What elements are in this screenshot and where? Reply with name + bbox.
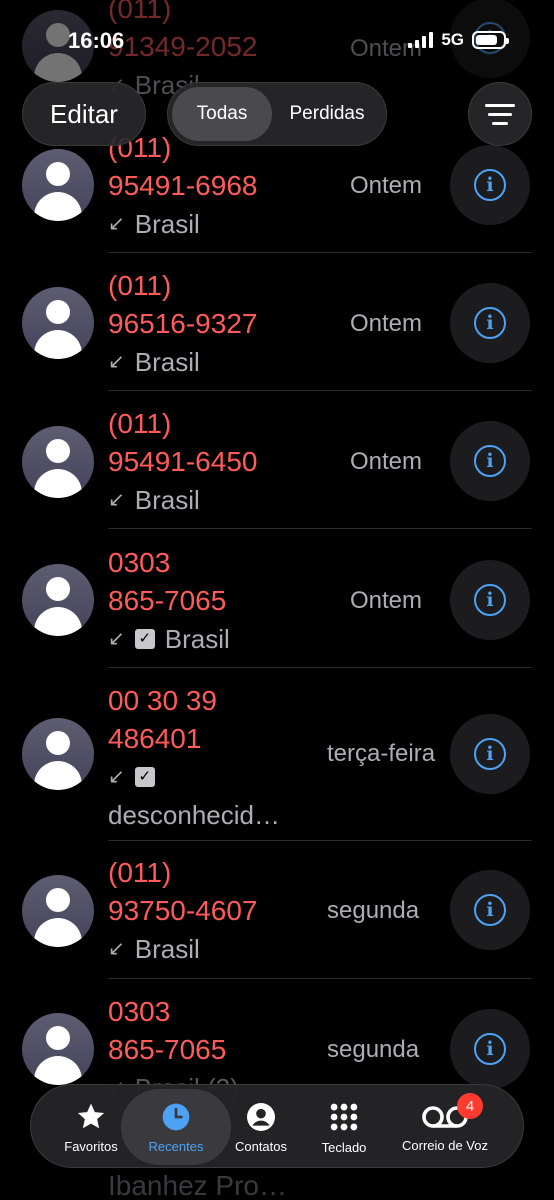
call-number-line1: (011) bbox=[108, 408, 172, 439]
info-button[interactable]: i bbox=[450, 145, 530, 225]
call-number-line2: 95491-6968 bbox=[108, 170, 258, 201]
battery-icon bbox=[472, 31, 509, 49]
segment-perdidas[interactable]: Perdidas bbox=[272, 87, 382, 141]
call-subtitle: ↙ ✓ Brasil bbox=[108, 620, 230, 658]
network-type: 5G bbox=[441, 30, 464, 49]
segment-todas[interactable]: Todas bbox=[172, 87, 272, 141]
tab-contatos[interactable]: Contatos bbox=[221, 1089, 301, 1165]
tab-bar: Favoritos Recentes Contatos Teclado Corr… bbox=[30, 1084, 524, 1168]
incoming-arrow-icon: ↙ bbox=[108, 351, 125, 373]
filter-button[interactable] bbox=[468, 82, 532, 146]
call-number-line2: 93750-4607 bbox=[108, 895, 258, 926]
row-separator bbox=[108, 978, 532, 979]
call-number-line1: 0303 bbox=[108, 996, 171, 1027]
tab-correio-de-voz[interactable]: Correio de Voz 4 bbox=[385, 1089, 505, 1165]
avatar bbox=[22, 149, 94, 221]
row-separator bbox=[108, 840, 532, 841]
tab-label: Contatos bbox=[234, 1138, 288, 1154]
tab-label: Recentes bbox=[148, 1138, 204, 1154]
row-separator bbox=[108, 390, 532, 391]
avatar bbox=[22, 426, 94, 498]
verified-check-icon: ✓ bbox=[134, 767, 155, 787]
tab-label: Teclado bbox=[321, 1139, 367, 1155]
info-icon: i bbox=[474, 894, 506, 926]
info-button[interactable]: i bbox=[450, 283, 530, 363]
tab-label: Correio de Voz bbox=[402, 1137, 488, 1153]
tab-label: Favoritos bbox=[64, 1138, 118, 1154]
star-icon bbox=[77, 1103, 105, 1128]
call-date: Ontem bbox=[350, 448, 423, 475]
info-button[interactable]: i bbox=[450, 421, 530, 501]
clock-icon bbox=[162, 1103, 190, 1130]
call-date: segunda bbox=[327, 1036, 420, 1063]
status-time: 16:06 bbox=[68, 28, 125, 53]
row-separator bbox=[108, 528, 532, 529]
call-subtitle: desconhecid… bbox=[108, 800, 280, 830]
call-number-line2: 486401 bbox=[108, 723, 202, 754]
incoming-arrow-icon: ↙ bbox=[108, 938, 125, 960]
avatar bbox=[22, 875, 94, 947]
keypad-icon bbox=[330, 1103, 358, 1130]
status-bar: 16:06 5G bbox=[0, 0, 554, 70]
call-date: Ontem bbox=[350, 172, 423, 199]
avatar bbox=[22, 718, 94, 790]
call-number-line2: 865-7065 bbox=[108, 585, 227, 616]
call-date: segunda bbox=[327, 897, 420, 924]
call-number-line1: 0303 bbox=[108, 547, 171, 578]
info-button[interactable]: i bbox=[450, 870, 530, 950]
info-button[interactable]: i bbox=[450, 714, 530, 794]
call-number-line2: 95491-6450 bbox=[108, 446, 258, 477]
status-indicators: 5G bbox=[408, 30, 509, 50]
call-number-line2: 865-7065 bbox=[108, 1034, 227, 1065]
info-icon: i bbox=[474, 169, 506, 201]
filter-segmented-control: Todas Perdidas bbox=[167, 82, 387, 146]
partial-call-row: Ibanhez Pro… bbox=[108, 1170, 287, 1200]
info-button[interactable]: i bbox=[450, 560, 530, 640]
call-date: terça-feira bbox=[327, 740, 436, 767]
tab-teclado[interactable]: Teclado bbox=[307, 1089, 381, 1165]
call-number-line1: (011) bbox=[108, 270, 172, 301]
avatar bbox=[22, 287, 94, 359]
top-controls: Editar Todas Perdidas bbox=[0, 80, 554, 150]
info-icon: i bbox=[474, 445, 506, 477]
call-subtitle: ↙Brasil bbox=[108, 481, 200, 519]
voicemail-badge: 4 bbox=[457, 1093, 483, 1119]
incoming-arrow-icon: ↙ bbox=[108, 628, 125, 650]
row-separator bbox=[108, 252, 532, 253]
call-number-line2: 96516-9327 bbox=[108, 308, 258, 339]
call-date: Ontem bbox=[350, 310, 423, 337]
call-date: Ontem bbox=[350, 587, 423, 614]
call-subtitle: ↙Brasil bbox=[108, 930, 200, 968]
call-number-line1: 00 30 39 bbox=[108, 685, 217, 716]
avatar bbox=[22, 564, 94, 636]
info-icon: i bbox=[474, 738, 506, 770]
call-icons: ↙ ✓ bbox=[108, 758, 165, 796]
verified-check-icon: ✓ bbox=[134, 629, 155, 649]
avatar bbox=[22, 1013, 94, 1085]
cellular-signal-icon bbox=[408, 32, 434, 48]
row-separator bbox=[108, 667, 532, 668]
incoming-arrow-icon: ↙ bbox=[108, 213, 125, 235]
tab-recentes[interactable]: Recentes bbox=[121, 1089, 231, 1165]
filter-icon bbox=[485, 103, 515, 107]
info-icon: i bbox=[474, 307, 506, 339]
incoming-arrow-icon: ↙ bbox=[108, 766, 125, 788]
call-number-line1: (011) bbox=[108, 857, 172, 888]
person-circle-icon bbox=[247, 1102, 275, 1131]
call-subtitle: ↙Brasil bbox=[108, 205, 200, 243]
info-icon: i bbox=[474, 584, 506, 616]
incoming-arrow-icon: ↙ bbox=[108, 489, 125, 511]
info-button[interactable]: i bbox=[450, 1009, 530, 1089]
call-subtitle: ↙Brasil bbox=[108, 343, 200, 381]
info-icon: i bbox=[474, 1033, 506, 1065]
edit-button[interactable]: Editar bbox=[22, 82, 146, 146]
